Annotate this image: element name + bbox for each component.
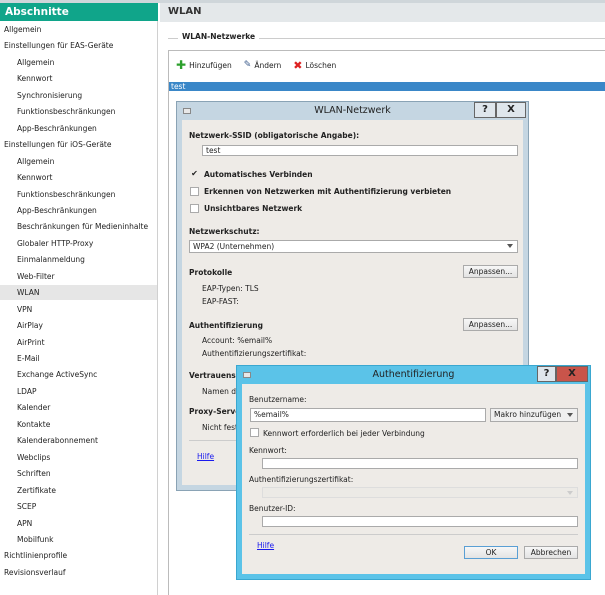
sidebar-item[interactable]: Kalender bbox=[0, 400, 157, 415]
username-label: Benutzername: bbox=[249, 395, 307, 404]
sidebar-item[interactable]: Allgemein bbox=[0, 55, 157, 70]
chevron-down-icon bbox=[507, 244, 513, 248]
trust-label: Vertrauensw bbox=[189, 371, 243, 380]
chevron-down-icon bbox=[567, 413, 573, 417]
sidebar-item[interactable]: Zertifikate bbox=[0, 483, 157, 498]
sidebar-item[interactable]: Kalenderabonnement bbox=[0, 433, 157, 448]
proxy-label: Proxy-Serve bbox=[189, 407, 241, 416]
group-title: WLAN-Netzwerke bbox=[178, 32, 260, 41]
userid-input[interactable] bbox=[262, 516, 578, 527]
ok-button[interactable]: OK bbox=[464, 546, 518, 559]
help-link[interactable]: Hilfe bbox=[257, 541, 274, 550]
sidebar-item[interactable]: E-Mail bbox=[0, 351, 157, 366]
cancel-button[interactable]: Abbrechen bbox=[524, 546, 578, 559]
help-link[interactable]: Hilfe bbox=[197, 452, 214, 461]
protocols-customize-button[interactable]: Anpassen... bbox=[463, 265, 518, 278]
password-each-time-checkbox[interactable] bbox=[250, 428, 259, 437]
sidebar-item[interactable]: VPN bbox=[0, 302, 157, 317]
sidebar-item[interactable]: AirPlay bbox=[0, 318, 157, 333]
security-select[interactable]: WPA2 (Unternehmen) bbox=[189, 240, 518, 253]
ssid-label: Netzwerk-SSID (obligatorische Angabe): bbox=[189, 131, 360, 140]
macro-dropdown[interactable]: Makro hinzufügen bbox=[490, 408, 578, 422]
sidebar-item[interactable]: Einmalanmeldung bbox=[0, 252, 157, 267]
sidebar-item[interactable]: AirPrint bbox=[0, 335, 157, 350]
macro-label: Makro hinzufügen bbox=[494, 410, 562, 419]
sidebar-item[interactable]: Revisionsverlauf bbox=[0, 565, 157, 580]
sidebar-item[interactable]: Einstellungen für iOS-Geräte bbox=[0, 137, 157, 152]
sidebar-item[interactable]: Beschränkungen für Medieninhalte bbox=[0, 219, 157, 234]
hidden-network-checkbox[interactable] bbox=[190, 204, 199, 213]
password-label: Kennwort: bbox=[249, 446, 287, 455]
eap-types: EAP-Typen: TLS bbox=[202, 284, 259, 293]
eap-fast: EAP-FAST: bbox=[202, 297, 239, 306]
password-input[interactable] bbox=[262, 458, 578, 469]
ssid-input[interactable]: test bbox=[202, 145, 518, 156]
cert-label: Authentifizierungszertifikat: bbox=[249, 475, 354, 484]
toolbar: ✚ Hinzufügen ✎ Ändern ✖ Löschen bbox=[176, 58, 336, 72]
auth-cert-value: Authentifizierungszertifikat: bbox=[202, 349, 307, 358]
sidebar-item[interactable]: App-Beschränkungen bbox=[0, 121, 157, 136]
help-button[interactable]: ? bbox=[474, 102, 496, 118]
auth-customize-button[interactable]: Anpassen... bbox=[463, 318, 518, 331]
chevron-down-icon bbox=[567, 491, 573, 495]
table-row[interactable]: test bbox=[169, 82, 605, 91]
auto-connect-checkbox[interactable]: ✔ bbox=[190, 170, 199, 179]
security-label: Netzwerkschutz: bbox=[189, 227, 260, 236]
sidebar-item[interactable]: Allgemein bbox=[0, 154, 157, 169]
group-header: WLAN-Netzwerke bbox=[168, 32, 605, 44]
window-icon bbox=[243, 372, 251, 378]
account-value: Account: %email% bbox=[202, 336, 273, 345]
block-captive-label: Erkennen von Netzwerken mit Authentifizi… bbox=[204, 187, 452, 196]
window-icon bbox=[183, 108, 191, 114]
sidebar-item[interactable]: Richtlinienprofile bbox=[0, 548, 157, 563]
sidebar-item[interactable]: SCEP bbox=[0, 499, 157, 514]
sidebar-item[interactable]: Synchronisierung bbox=[0, 88, 157, 103]
cert-select[interactable] bbox=[262, 487, 578, 498]
password-each-time-label: Kennwort erforderlich bei jeder Verbindu… bbox=[263, 429, 425, 438]
sidebar-item[interactable]: Allgemein bbox=[0, 22, 157, 37]
sidebar-item[interactable]: Globaler HTTP-Proxy bbox=[0, 236, 157, 251]
auth-label: Authentifizierung bbox=[189, 321, 263, 330]
trust-names: Namen de bbox=[202, 387, 241, 396]
sidebar-item[interactable]: Funktionsbeschränkungen bbox=[0, 187, 157, 202]
sidebar-item[interactable]: WLAN bbox=[0, 285, 157, 301]
sidebar-item[interactable]: LDAP bbox=[0, 384, 157, 399]
sidebar-item[interactable]: Exchange ActiveSync bbox=[0, 367, 157, 382]
close-button[interactable]: X bbox=[556, 366, 588, 382]
add-button[interactable]: ✚ Hinzufügen bbox=[176, 58, 232, 72]
userid-label: Benutzer-ID: bbox=[249, 504, 296, 513]
sidebar-item[interactable]: APN bbox=[0, 516, 157, 531]
auto-connect-label: Automatisches Verbinden bbox=[204, 170, 313, 179]
plus-icon: ✚ bbox=[176, 58, 187, 72]
sidebar-item[interactable]: Funktionsbeschränkungen bbox=[0, 104, 157, 119]
pencil-icon: ✎ bbox=[243, 60, 252, 70]
sidebar-item[interactable]: Mobilfunk bbox=[0, 532, 157, 547]
authentication-dialog: Authentifizierung ? X Benutzername: %ema… bbox=[236, 365, 591, 580]
username-input[interactable]: %email% bbox=[250, 408, 486, 422]
sections-sidebar: Abschnitte Allgemein Einstellungen für EA… bbox=[0, 3, 158, 595]
hidden-network-label: Unsichtbares Netzwerk bbox=[204, 204, 303, 213]
sidebar-item[interactable]: Kontakte bbox=[0, 417, 157, 432]
x-icon: ✖ bbox=[293, 58, 303, 72]
sidebar-item[interactable]: Webclips bbox=[0, 450, 157, 465]
sidebar-item[interactable]: Einstellungen für EAS-Geräte bbox=[0, 38, 157, 53]
block-captive-checkbox[interactable] bbox=[190, 187, 199, 196]
sidebar-item[interactable]: Schriften bbox=[0, 466, 157, 481]
sidebar-item[interactable]: Kennwort bbox=[0, 71, 157, 86]
sidebar-item[interactable]: Web-Filter bbox=[0, 269, 157, 284]
sidebar-item[interactable]: App-Beschränkungen bbox=[0, 203, 157, 218]
delete-button[interactable]: ✖ Löschen bbox=[293, 59, 336, 72]
edit-button[interactable]: ✎ Ändern bbox=[244, 60, 282, 70]
page-title: WLAN bbox=[160, 3, 605, 22]
sidebar-item[interactable]: Kennwort bbox=[0, 170, 157, 185]
help-button[interactable]: ? bbox=[537, 366, 556, 382]
close-button[interactable]: X bbox=[496, 102, 526, 118]
divider bbox=[249, 534, 578, 535]
security-value: WPA2 (Unternehmen) bbox=[193, 242, 275, 251]
sidebar-title: Abschnitte bbox=[0, 3, 158, 21]
protocols-label: Protokolle bbox=[189, 268, 233, 277]
